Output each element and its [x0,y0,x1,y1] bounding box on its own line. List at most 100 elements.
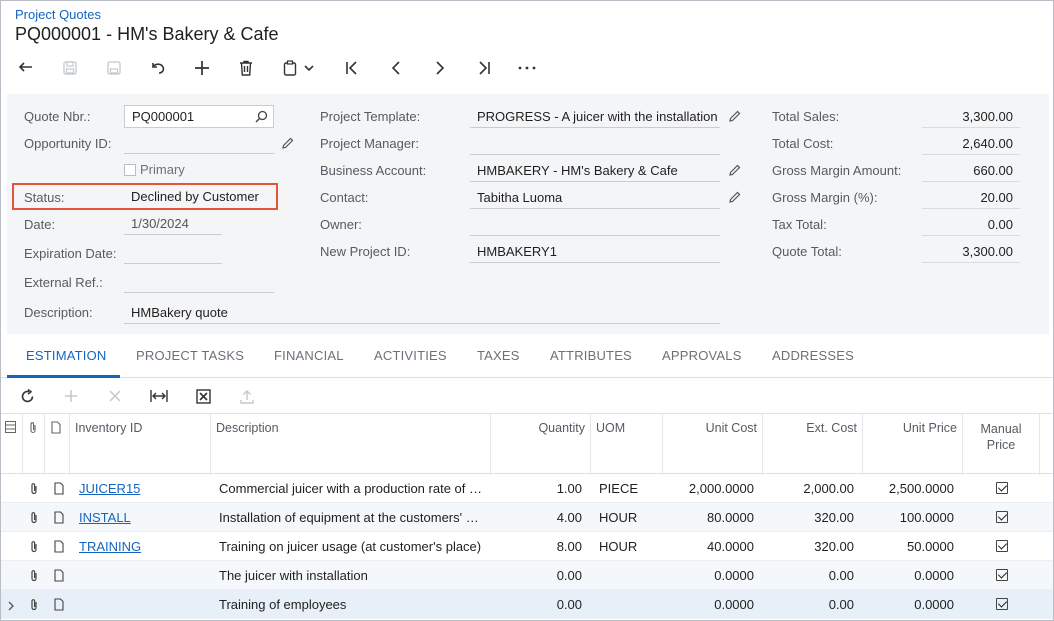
inventory-id-link[interactable]: JUICER15 [79,481,140,496]
tab-activities[interactable]: ACTIVITIES [374,348,447,363]
quantity-cell[interactable]: 8.00 [491,532,587,561]
description-cell[interactable]: The juicer with installation [214,561,491,590]
unit-price-cell[interactable]: 0.0000 [863,561,959,590]
table-row[interactable]: INSTALL Installation of equipment at the … [1,503,1053,532]
inventory-id-link[interactable]: INSTALL [79,510,131,525]
table-row[interactable]: The juicer with installation 0.00 0.0000 0.… [1,561,1053,590]
row-selector-chevron-icon[interactable] [8,599,14,614]
back-icon[interactable] [11,53,41,83]
manual-price-cell[interactable] [963,503,1040,532]
project-manager-field[interactable] [470,133,720,155]
attachment-icon[interactable] [29,482,41,495]
note-icon[interactable] [54,569,66,582]
column-uom[interactable]: UOM [591,414,663,475]
unit-cost-cell[interactable]: 2,000.0000 [663,474,759,503]
column-description[interactable]: Description [211,414,491,475]
attachment-icon[interactable] [29,569,41,582]
table-row[interactable]: TRAINING Training on juicer usage (at cus… [1,532,1053,561]
attachment-icon[interactable] [29,540,41,553]
primary-checkbox[interactable]: Primary [124,162,185,177]
attachment-icon[interactable] [29,598,41,611]
delete-icon[interactable] [231,53,261,83]
project-template-field[interactable]: PROGRESS - A juicer with the installatio… [470,106,720,128]
uom-cell[interactable] [594,590,663,619]
fit-columns-icon[interactable] [147,385,171,407]
unit-price-cell[interactable]: 2,500.0000 [863,474,959,503]
save-icon[interactable] [99,53,129,83]
description-cell[interactable]: Installation of equipment at the custome… [214,503,491,532]
note-icon[interactable] [54,511,66,524]
table-row[interactable]: JUICER15 Commercial juicer with a product… [1,474,1053,503]
unit-cost-cell[interactable]: 0.0000 [663,561,759,590]
note-icon[interactable] [54,598,66,611]
unit-price-cell[interactable]: 0.0000 [863,590,959,619]
first-record-icon[interactable] [337,53,367,83]
row-settings-icon[interactable] [1,414,23,475]
tab-financial[interactable]: FINANCIAL [274,348,344,363]
checkbox-icon[interactable] [124,164,136,176]
export-excel-icon[interactable] [191,385,215,407]
undo-icon[interactable] [143,53,173,83]
chevron-down-icon[interactable] [299,53,319,83]
quantity-cell[interactable]: 0.00 [491,590,587,619]
edit-pencil-icon[interactable] [728,190,744,206]
tab-project-tasks[interactable]: PROJECT TASKS [136,348,244,363]
uom-cell[interactable]: HOUR [594,503,663,532]
description-field[interactable]: HMBakery quote [124,302,720,324]
column-unit-cost[interactable]: Unit Cost [663,414,763,475]
inventory-id-link[interactable]: TRAINING [79,539,141,554]
quantity-cell[interactable]: 1.00 [491,474,587,503]
unit-cost-cell[interactable]: 40.0000 [663,532,759,561]
manual-price-cell[interactable] [963,590,1040,619]
column-unit-price[interactable]: Unit Price [863,414,963,475]
tab-attributes[interactable]: ATTRIBUTES [550,348,632,363]
column-ext-cost[interactable]: Ext. Cost [763,414,863,475]
description-cell[interactable]: Training of employees [214,590,491,619]
breadcrumb[interactable]: Project Quotes [15,7,101,22]
business-account-field[interactable]: HMBAKERY - HM's Bakery & Cafe [470,160,720,182]
manual-price-checkbox[interactable] [995,511,1008,523]
manual-price-cell[interactable] [963,532,1040,561]
search-icon[interactable] [255,110,268,123]
more-icon[interactable] [512,53,542,83]
contact-field[interactable]: Tabitha Luoma [470,187,720,209]
manual-price-checkbox[interactable] [995,598,1008,610]
manual-price-cell[interactable] [963,561,1040,590]
unit-cost-cell[interactable]: 80.0000 [663,503,759,532]
attachment-icon[interactable] [29,511,41,524]
uom-cell[interactable]: PIECE [594,474,663,503]
tab-taxes[interactable]: TAXES [477,348,520,363]
manual-price-checkbox[interactable] [995,569,1008,581]
quote-nbr-field[interactable]: PQ000001 [124,105,274,128]
save-close-icon[interactable] [55,53,85,83]
tab-approvals[interactable]: APPROVALS [662,348,742,363]
delete-row-icon[interactable] [103,385,127,407]
unit-price-cell[interactable]: 100.0000 [863,503,959,532]
next-record-icon[interactable] [425,53,455,83]
description-cell[interactable]: Commercial juicer with a production rate… [214,474,491,503]
unit-cost-cell[interactable]: 0.0000 [663,590,759,619]
last-record-icon[interactable] [469,53,499,83]
quantity-cell[interactable]: 4.00 [491,503,587,532]
edit-pencil-icon[interactable] [728,109,744,125]
tab-addresses[interactable]: ADDRESSES [772,348,854,363]
date-field[interactable]: 1/30/2024 [124,213,222,235]
quantity-cell[interactable]: 0.00 [491,561,587,590]
column-inventory-id[interactable]: Inventory ID [70,414,211,475]
manual-price-checkbox[interactable] [995,540,1008,552]
uom-cell[interactable] [594,561,663,590]
uom-cell[interactable]: HOUR [594,532,663,561]
column-quantity[interactable]: Quantity [491,414,591,475]
note-icon[interactable] [54,540,66,553]
new-project-id-field[interactable]: HMBAKERY1 [470,241,720,263]
tab-estimation[interactable]: ESTIMATION [26,348,106,363]
column-manual-price[interactable]: Manual Price [963,414,1040,475]
add-row-icon[interactable] [59,385,83,407]
table-row[interactable]: Training of employees 0.00 0.0000 0.00 0.000… [1,590,1053,619]
note-icon[interactable] [54,482,66,495]
edit-pencil-icon[interactable] [281,136,297,152]
owner-field[interactable] [470,214,720,236]
unit-price-cell[interactable]: 50.0000 [863,532,959,561]
refresh-icon[interactable] [15,385,39,407]
external-ref-field[interactable] [124,271,274,293]
